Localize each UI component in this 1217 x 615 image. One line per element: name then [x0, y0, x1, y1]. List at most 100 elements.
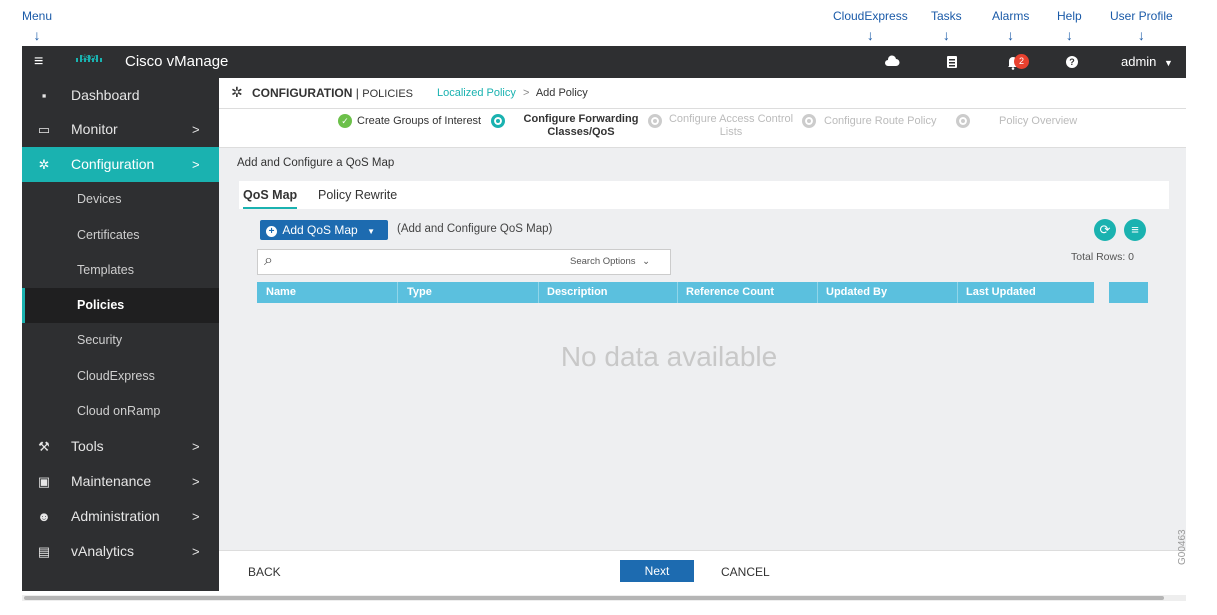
add-qos-map-button[interactable]: + Add QoS Map ▼	[260, 220, 388, 240]
column-header-type[interactable]: Type	[398, 282, 539, 303]
column-header-name[interactable]: Name	[257, 282, 398, 303]
sidebar-item-dashboard[interactable]: ▪ Dashboard	[22, 78, 219, 113]
sidebar-item-monitor[interactable]: ▭ Monitor >	[22, 112, 219, 147]
gear-icon: ✲	[231, 84, 243, 100]
subsection-name: POLICIES	[362, 88, 413, 100]
chevron-right-icon: >	[192, 544, 200, 559]
step-configure-route-policy[interactable]: Configure Route Policy	[824, 115, 954, 128]
step-configure-forwarding[interactable]: Configure Forwarding Classes/QoS	[516, 113, 646, 139]
gear-icon: ✲	[38, 157, 50, 172]
column-spacer	[1094, 282, 1109, 303]
breadcrumb-current: Add Policy	[535, 87, 588, 99]
sidebar-subitem-label: CloudExpress	[77, 369, 155, 383]
sidebar-subitem-cloud-onramp[interactable]: Cloud onRamp	[22, 394, 219, 429]
search-options-dropdown[interactable]: Search Options ⌄	[570, 256, 650, 267]
sidebar-item-label: vAnalytics	[71, 543, 135, 559]
users-icon: ☻	[37, 509, 51, 524]
section-name: CONFIGURATION	[252, 86, 353, 100]
column-header-updated-by[interactable]: Updated By	[817, 282, 958, 303]
tab-policy-rewrite[interactable]: Policy Rewrite	[318, 181, 397, 209]
next-button[interactable]: Next	[620, 560, 694, 582]
sidebar-subitem-label: Devices	[77, 192, 122, 206]
sidebar-subitem-devices[interactable]: Devices	[22, 182, 219, 217]
sidebar-subitem-label: Policies	[77, 298, 125, 312]
sidebar-item-maintenance[interactable]: ▣ Maintenance >	[22, 464, 219, 499]
user-profile-menu[interactable]: admin ▼	[1121, 46, 1173, 78]
empty-state-text: No data available	[560, 341, 778, 372]
sidebar-item-tools[interactable]: ⚒ Tools >	[22, 429, 219, 464]
step-configure-acl[interactable]: Configure Access Control Lists	[665, 113, 797, 139]
cancel-button[interactable]: CANCEL	[721, 565, 770, 579]
analytics-icon: ▤	[37, 544, 51, 559]
tasks-callout: Tasks ↓	[931, 9, 962, 42]
step-policy-overview[interactable]: Policy Overview	[999, 115, 1089, 128]
monitor-icon: ▭	[37, 122, 51, 137]
refresh-icon[interactable]: ⟳	[1094, 219, 1116, 241]
alarms-callout-label: Alarms	[992, 9, 1030, 23]
app-title: Cisco vManage	[125, 53, 229, 70]
column-header-description[interactable]: Description	[538, 282, 678, 303]
tasks-callout-label: Tasks	[931, 9, 962, 23]
caret-down-icon: ▼	[1164, 58, 1173, 68]
scrollbar-thumb[interactable]	[24, 596, 1164, 600]
sidebar-item-label: Administration	[71, 508, 160, 524]
sidebar-item-configuration[interactable]: ✲ Configuration >	[22, 147, 219, 182]
search-bar: ⌕ Search Options ⌄	[257, 249, 671, 275]
list-menu-icon[interactable]: ≡	[1124, 219, 1146, 241]
sidebar-item-administration[interactable]: ☻ Administration >	[22, 499, 219, 534]
arrow-down-icon: ↓	[866, 27, 874, 43]
tab-bar: QoS Map Policy Rewrite	[239, 181, 1169, 209]
table-header: Name Type Description Reference Count Up…	[257, 282, 1148, 303]
dashboard-icon: ▪	[41, 88, 47, 103]
step-create-groups[interactable]: Create Groups of Interest	[357, 115, 493, 128]
column-header-last-updated[interactable]: Last Updated	[957, 282, 1095, 303]
search-options-label: Search Options	[570, 256, 636, 267]
arrow-down-icon: ↓	[1007, 27, 1015, 43]
step-connector-dot	[956, 114, 970, 128]
caret-down-icon: ▼	[367, 227, 375, 236]
sidebar-subitem-security[interactable]: Security	[22, 323, 219, 358]
page-title: CONFIGURATION | POLICIES	[252, 86, 413, 100]
chevron-right-icon: >	[192, 122, 200, 137]
sidebar: ▪ Dashboard ▭ Monitor > ✲ Configuration …	[22, 78, 219, 591]
breadcrumb: Localized Policy > Add Policy	[437, 87, 588, 99]
chevron-down-icon: ⌄	[642, 256, 651, 267]
search-icon: ⌕	[264, 252, 273, 269]
cloudexpress-icon[interactable]	[884, 46, 902, 78]
sidebar-item-vanalytics[interactable]: ▤ vAnalytics >	[22, 534, 219, 569]
toolbox-icon: ▣	[37, 474, 51, 489]
wrench-icon: ⚒	[38, 439, 50, 454]
step-connector-dot	[491, 114, 505, 128]
sidebar-subitem-certificates[interactable]: Certificates	[22, 218, 219, 253]
tasks-icon[interactable]	[945, 46, 961, 78]
sidebar-item-label: Maintenance	[71, 473, 152, 489]
sidebar-subitem-policies[interactable]: Policies	[22, 288, 219, 323]
sidebar-subitem-templates[interactable]: Templates	[22, 253, 219, 288]
sidebar-subitem-label: Templates	[77, 263, 134, 277]
content-area: Add and Configure a QoS Map QoS Map Poli…	[219, 148, 1186, 550]
help-icon[interactable]: ?	[1066, 46, 1082, 78]
alarms-bell-icon[interactable]: 2	[1006, 46, 1034, 78]
cloudexpress-callout-label: CloudExpress	[833, 9, 908, 23]
search-input[interactable]	[286, 252, 560, 272]
cloudexpress-callout: CloudExpress ↓	[833, 9, 908, 43]
column-header-reference-count[interactable]: Reference Count	[677, 282, 818, 303]
back-button[interactable]: BACK	[248, 565, 281, 579]
content-title: Add and Configure a QoS Map	[237, 157, 395, 169]
step-connector-dot	[802, 114, 816, 128]
tab-qos-map[interactable]: QoS Map	[243, 181, 298, 209]
total-rows: Total Rows: 0	[1071, 251, 1135, 263]
sidebar-item-label: Monitor	[71, 121, 118, 137]
arrow-down-icon: ↓	[1137, 27, 1145, 43]
horizontal-scrollbar[interactable]	[22, 595, 1186, 601]
user-profile-callout-label: User Profile	[1110, 9, 1173, 23]
title-separator: |	[355, 86, 359, 100]
hamburger-menu-icon[interactable]: ≡	[34, 46, 43, 78]
breadcrumb-link-localized-policy[interactable]: Localized Policy	[437, 87, 516, 99]
sidebar-subitem-cloudexpress[interactable]: CloudExpress	[22, 359, 219, 394]
plus-circle-icon: +	[266, 226, 277, 237]
alarm-count-badge: 2	[1014, 54, 1029, 69]
sidebar-subitem-label: Cloud onRamp	[77, 404, 161, 418]
user-profile-callout: User Profile ↓	[1110, 9, 1173, 43]
breadcrumb-separator: >	[522, 87, 530, 99]
